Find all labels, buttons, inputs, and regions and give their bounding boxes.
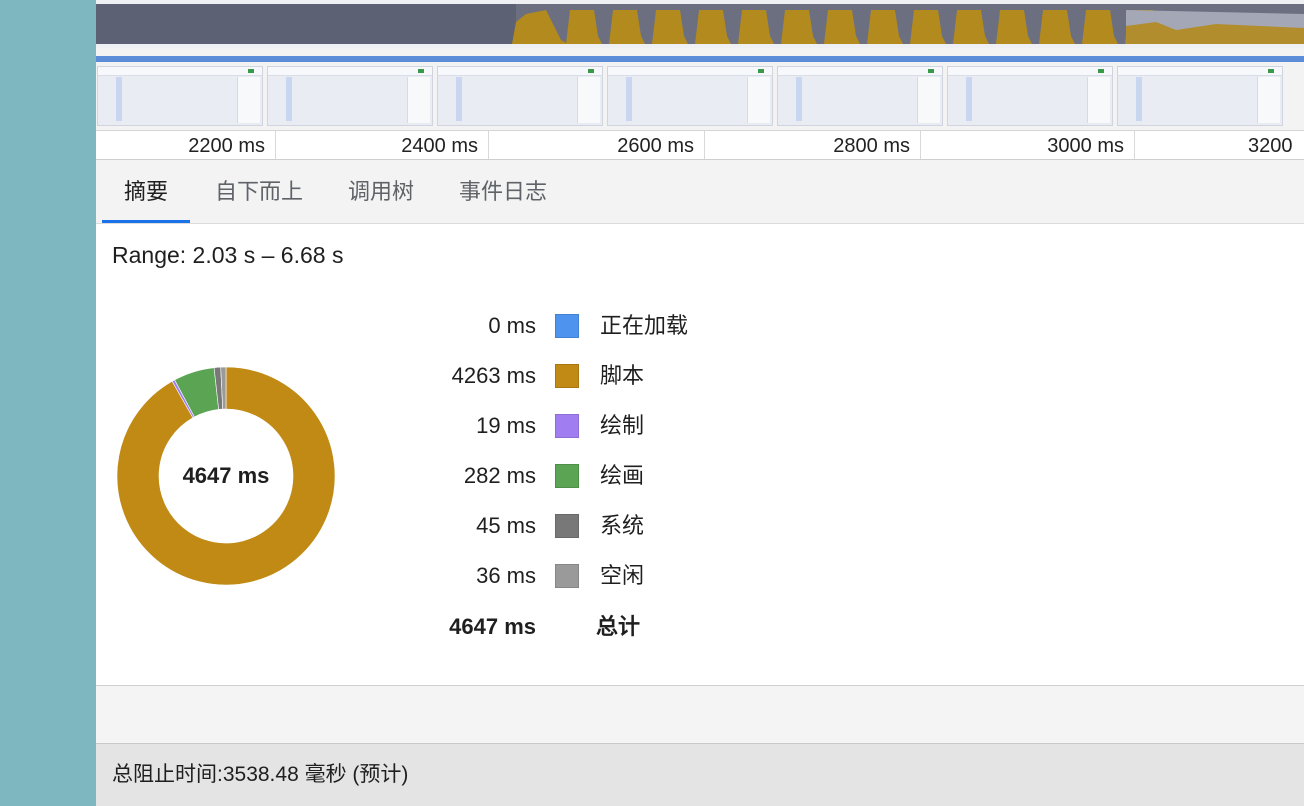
- legend-label: 正在加载: [600, 313, 689, 338]
- network-activity-bar: [96, 56, 1304, 62]
- time-ruler: 2200 ms 2400 ms 2600 ms 2800 ms 3000 ms …: [96, 130, 1304, 187]
- legend-swatch: [555, 564, 579, 588]
- legend-value: 282 ms: [463, 463, 536, 488]
- legend-row-total: 4647 ms 总计: [396, 612, 816, 642]
- legend-label: 空闲: [600, 563, 645, 588]
- legend-total-value: 4647 ms: [449, 614, 536, 639]
- legend-label: 绘画: [600, 463, 645, 488]
- ruler-tick: 3200 ms: [1248, 135, 1293, 187]
- legend-value: 19 ms: [476, 413, 536, 438]
- legend-row-idle: 36 ms 空闲: [396, 561, 816, 591]
- legend-label: 脚本: [600, 363, 645, 388]
- range-label: Range: 2.03 s – 6.68 s: [112, 242, 344, 268]
- cpu-activity-chart: [96, 0, 1304, 48]
- tab-event-log[interactable]: 事件日志: [448, 160, 558, 223]
- legend-row-system: 45 ms 系统: [396, 511, 816, 541]
- tab-summary[interactable]: 摘要: [102, 160, 190, 223]
- legend-value: 36 ms: [476, 563, 536, 588]
- tab-call-tree[interactable]: 调用树: [336, 160, 426, 223]
- status-bar: 总阻止时间:3538.48 毫秒 (预计): [96, 743, 1304, 806]
- tab-bottom-up[interactable]: 自下而上: [204, 160, 314, 223]
- legend-swatch: [555, 314, 579, 338]
- ruler-tick: 2600 ms: [495, 131, 705, 159]
- donut-total: 4647 ms: [182, 463, 270, 488]
- ruler-tick: 2400 ms: [279, 131, 489, 159]
- legend-swatch: [555, 414, 579, 438]
- legend-label: 系统: [600, 513, 645, 538]
- details-tab-bar: 摘要 自下而上 调用树 事件日志: [96, 160, 1304, 224]
- legend-swatch: [555, 464, 579, 488]
- ruler-tick: 2200 ms: [96, 131, 276, 159]
- legend-label: 绘制: [600, 413, 645, 438]
- legend-swatch: [555, 364, 579, 388]
- legend-value: 4263 ms: [451, 363, 536, 388]
- legend-value: 45 ms: [476, 513, 536, 538]
- legend-row-scripting: 4263 ms 脚本: [396, 361, 816, 391]
- details-empty-area: [96, 685, 1304, 743]
- legend-row-loading: 0 ms 正在加载: [396, 311, 816, 341]
- ruler-tick: 3000 ms: [925, 131, 1135, 159]
- legend-total-label: 总计: [596, 614, 641, 639]
- screenshot-thumbnail: [97, 66, 263, 126]
- legend-row-painting: 282 ms 绘画: [396, 461, 816, 491]
- legend-swatch: [555, 514, 579, 538]
- legend-value: 0 ms: [488, 313, 536, 338]
- screenshot-thumbnail: [1117, 66, 1283, 126]
- screenshot-thumbnail: [267, 66, 433, 126]
- screenshot-thumbnail: [777, 66, 943, 126]
- legend-row-rendering: 19 ms 绘制: [396, 411, 816, 441]
- timeline-overview[interactable]: [96, 0, 1304, 130]
- screenshots-strip: [96, 66, 1304, 128]
- screenshot-thumbnail: [607, 66, 773, 126]
- screenshot-thumbnail: [437, 66, 603, 126]
- screenshot-thumbnail: [947, 66, 1113, 126]
- performance-panel: 2200 ms 2400 ms 2600 ms 2800 ms 3000 ms …: [96, 0, 1304, 806]
- ruler-tick: 2800 ms: [711, 131, 921, 159]
